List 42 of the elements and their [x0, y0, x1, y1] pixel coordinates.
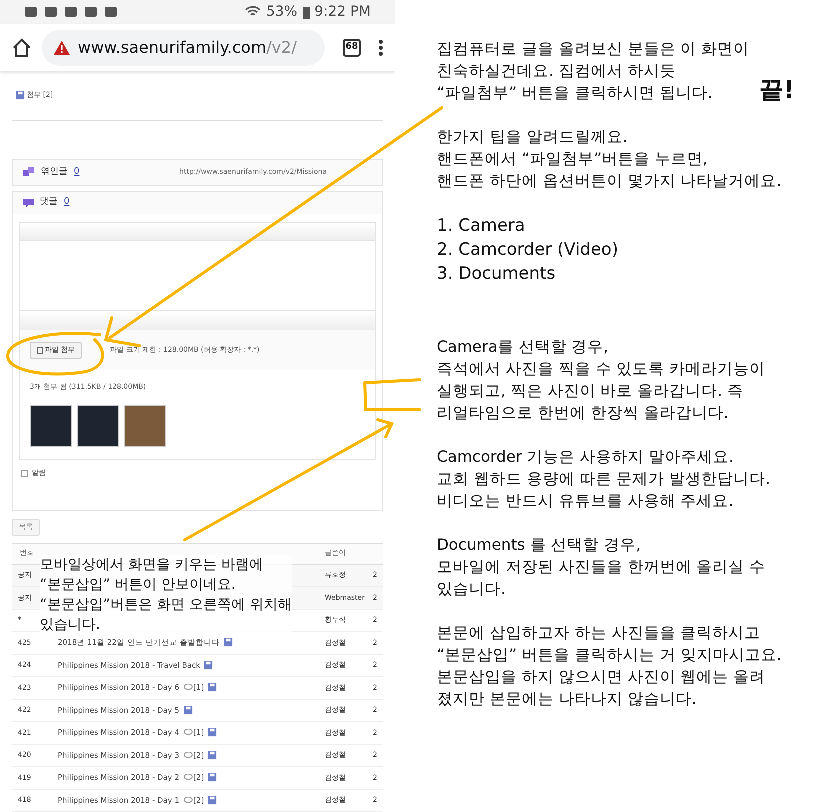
battery-level: 53%	[266, 2, 298, 22]
url-text: www.saenurifamily.com/v2/	[78, 36, 297, 59]
notify-checkbox[interactable]	[21, 470, 28, 477]
trackback-icon	[23, 167, 35, 178]
trackback-count[interactable]: 0	[74, 166, 80, 180]
tab-count[interactable]: 68	[343, 38, 361, 57]
comment-icon	[184, 752, 192, 759]
battery-icon	[302, 6, 310, 19]
comments-count[interactable]: 0	[64, 196, 70, 210]
photo-placeholder[interactable]	[77, 404, 119, 446]
option-item: 1. Camera	[437, 215, 526, 238]
clock-time: 9:22 PM	[314, 2, 371, 22]
intro-paragraph: 집컴퓨터로 글을 올려보신 분들은 이 화면이 친숙하실건데요. 집컴에서 하시듯 “파일첨부” 버튼을 클릭하시면 됩니다.	[437, 39, 750, 104]
option-item: 2. Camcorder (Video)	[437, 239, 620, 262]
notification-icon	[104, 6, 118, 18]
comment-icon	[184, 796, 192, 804]
note-paragraph: Camcorder 기능은 사용하지 말아주세요. 교회 웹하드 용량에 따른 문제가 발생한답니다. 비디오는 반드시 유튜브를 사용해 주세요.	[437, 447, 772, 512]
bracket-annotation	[364, 378, 422, 412]
save-icon	[16, 91, 25, 100]
warning-icon	[54, 40, 70, 55]
file-icon	[37, 346, 43, 354]
comment-icon	[184, 774, 192, 782]
comment-icon	[184, 684, 192, 692]
address-bar[interactable]: www.saenurifamily.com/v2/	[42, 30, 325, 66]
emphasis-text: 끝!	[760, 76, 795, 104]
comment-icon	[184, 729, 192, 736]
wifi-icon	[245, 6, 262, 18]
home-icon[interactable]	[12, 38, 32, 58]
notification-icon	[84, 6, 98, 18]
note-paragraph: Documents 를 선택할 경우, 모바일에 저장된 사진들을 한꺼번에 올리실 수 있습니다.	[437, 535, 767, 600]
notification-icon	[64, 6, 78, 18]
option-item: 3. Documents	[437, 263, 557, 286]
trackback-label: 엮인글	[41, 166, 68, 179]
comment-icon	[23, 198, 34, 208]
note-paragraph: 본문에 삽입하고자 하는 사진들을 클릭하시고 “본문삽입” 버튼을 클릭하시는 거 잊지마시고요. 본문삽입을 하지 않으시면 사진이 웹에는 올려 졌지만 본문에는 나타나지 않습니다.	[437, 623, 783, 710]
tip-paragraph: 한가지 팁을 알려드릴께요. 핸드폰에서 “파일첨부”버튼을 누르면, 핸드폰 하단에 옵션버튼이 몇가지 나타날거에요.	[437, 127, 783, 192]
note-paragraph: Camera를 선택할 경우, 즉석에서 사진을 찍을 수 있도록 카메라기능이 실행되고, 찍은 사진이 바로 올라갑니다. 즉 리얼타임으로 한번에 한장씩 올라갑니다.	[437, 337, 767, 424]
notification-icon	[44, 6, 58, 18]
notification-icon	[24, 6, 38, 18]
comments-label: 댓글	[40, 196, 58, 210]
photo-placeholder[interactable]	[30, 404, 72, 446]
menu-icon[interactable]	[379, 40, 383, 56]
